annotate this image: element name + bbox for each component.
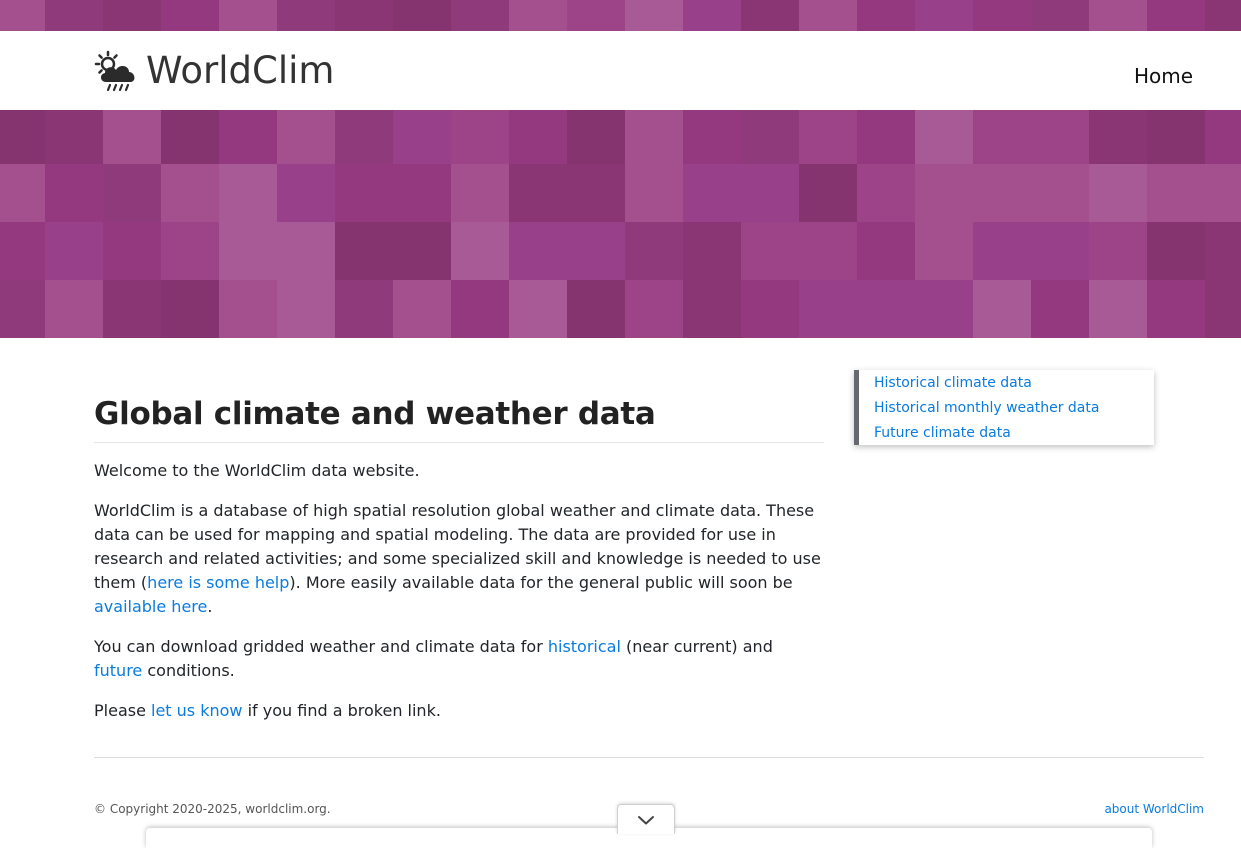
page-title: Global climate and weather data: [94, 390, 824, 443]
sidebar-item-future-climate[interactable]: Future climate data: [874, 421, 1154, 446]
brand-logo-link[interactable]: WorldClim: [94, 49, 334, 93]
top-pattern-band: [0, 0, 1241, 31]
about-worldclim-link[interactable]: about WorldClim: [1104, 800, 1204, 818]
help-link[interactable]: here is some help: [147, 573, 289, 592]
main-content: Global climate and weather data Welcome …: [94, 390, 824, 723]
drawer-toggle-button[interactable]: [617, 804, 675, 834]
contact-link[interactable]: let us know: [151, 701, 243, 720]
nav-home-link[interactable]: Home: [1134, 63, 1193, 89]
download-text-a: You can download gridded weather and cli…: [94, 637, 548, 656]
welcome-text: Welcome to the WorldClim data website.: [94, 461, 420, 480]
footer-divider: [94, 757, 1204, 758]
historical-link[interactable]: historical: [548, 637, 621, 656]
broken-link-paragraph: Please let us know if you find a broken …: [94, 699, 824, 723]
brand-name: WorldClim: [146, 49, 335, 92]
sidebar-item-historical-monthly-weather[interactable]: Historical monthly weather data: [874, 396, 1154, 421]
intro-paragraph: WorldClim is a database of high spatial …: [94, 499, 824, 619]
broken-text-a: Please: [94, 701, 152, 720]
sidebar-nav: Historical climate data Historical month…: [854, 370, 1154, 445]
hero-pattern-banner: [0, 110, 1241, 338]
chevron-down-icon: [638, 815, 654, 824]
copyright-text: © Copyright 2020-2025, worldclim.org.: [94, 802, 331, 816]
download-text-c: conditions.: [142, 661, 235, 680]
download-text-b: (near current) and: [620, 637, 773, 656]
intro-text-c: .: [207, 597, 213, 616]
sidebar-item-historical-climate[interactable]: Historical climate data: [874, 371, 1154, 396]
weather-sun-cloud-rain-icon: [94, 50, 135, 92]
navbar: WorldClim Home: [0, 31, 1241, 110]
intro-text-b: ). More easily available data for the ge…: [289, 573, 793, 592]
future-link[interactable]: future: [94, 661, 142, 680]
download-paragraph: You can download gridded weather and cli…: [94, 635, 824, 683]
available-here-link[interactable]: available here: [94, 597, 207, 616]
broken-text-b: if you find a broken link.: [242, 701, 441, 720]
